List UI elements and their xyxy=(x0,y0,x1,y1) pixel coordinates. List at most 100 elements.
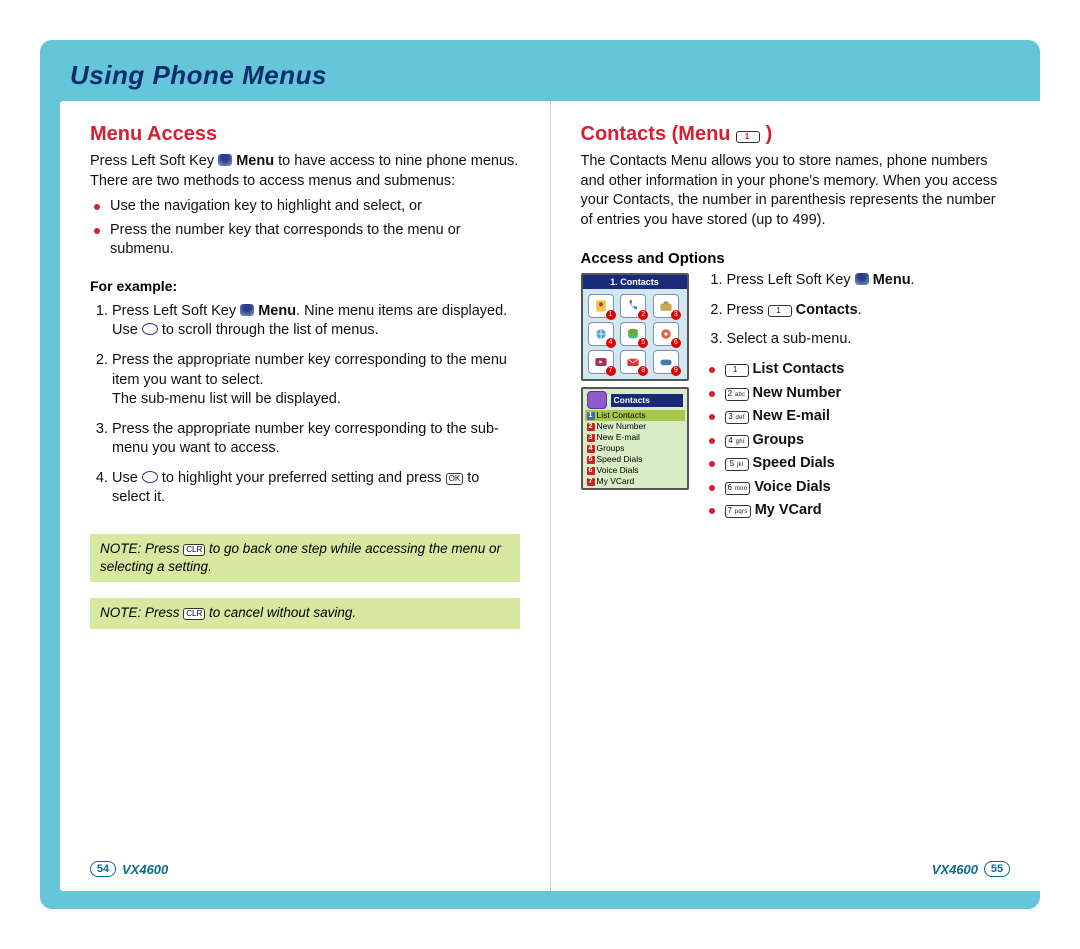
list-item: 2 abc New Number xyxy=(705,384,1011,404)
text-bold: Menu xyxy=(236,153,274,169)
submenu-label: New E-mail xyxy=(597,432,640,443)
list-item: Use the navigation key to highlight and … xyxy=(90,197,520,217)
phone-screen-submenu: Contacts 1List Contacts 2New Number 3New… xyxy=(581,387,689,490)
chapter-title: Using Phone Menus xyxy=(60,60,1040,101)
ordered-steps: Press Left Soft Key Menu. Nine menu item… xyxy=(90,302,520,518)
ordered-steps: Press Left Soft Key Menu. Press 1 Contac… xyxy=(705,271,1011,350)
page-footer-left: 54 VX4600 xyxy=(90,861,520,877)
menu-icon-media: 7 xyxy=(588,350,614,374)
text: Press Left Soft Key xyxy=(727,272,855,288)
step-item: Press Left Soft Key Menu. Nine menu item… xyxy=(112,302,520,341)
text-bold: Menu xyxy=(258,303,296,319)
key-icon: 3 def xyxy=(725,411,749,424)
page-footer-right: VX4600 55 xyxy=(581,861,1011,877)
section-heading-right: Contacts (Menu 1 ) xyxy=(581,123,1011,146)
step-item: Press the appropriate number key corresp… xyxy=(112,420,520,459)
key-icon: 4 ghi xyxy=(725,435,749,448)
text: The sub-menu list will be displayed. xyxy=(112,391,341,407)
text: to scroll through the list of menus. xyxy=(162,322,379,338)
submenu-label: Speed Dials xyxy=(597,454,643,465)
nav-ring-icon xyxy=(142,471,158,483)
submenu-label: Voice Dials xyxy=(754,479,830,495)
softkey-icon xyxy=(855,273,869,285)
list-item: 4 ghi Groups xyxy=(705,431,1011,451)
text: to cancel without saving. xyxy=(205,605,356,620)
phone-screenshots: 1. Contacts 1 2 3 4 5 6 7 8 9 xyxy=(581,273,689,490)
menu-icon-web: 4 xyxy=(588,322,614,346)
menu-icon-messages: 8 xyxy=(620,350,646,374)
manual-page-spread: Using Phone Menus Menu Access Press Left… xyxy=(40,40,1040,909)
submenu-row: 7My VCard xyxy=(585,476,685,487)
menu-icon-games: 9 xyxy=(653,350,679,374)
text: Press Left Soft Key xyxy=(112,303,240,319)
submenu-label: List Contacts xyxy=(597,410,646,421)
text: to highlight your preferred setting and … xyxy=(162,470,446,486)
step-item: Press Left Soft Key Menu. xyxy=(727,271,1011,291)
text: Press the appropriate number key corresp… xyxy=(112,352,507,388)
intro-text: The Contacts Menu allows you to store na… xyxy=(581,152,1011,230)
menu-icon-calls: 2 xyxy=(620,294,646,318)
text: Press the appropriate number key corresp… xyxy=(112,421,499,457)
list-item: Press the number key that corresponds to… xyxy=(90,221,520,260)
menu-grid: 1 2 3 4 5 6 7 8 9 xyxy=(583,289,687,379)
submenu-label: My VCard xyxy=(755,502,822,518)
text: NOTE: Press xyxy=(100,541,183,556)
submenu-label: Voice Dials xyxy=(597,465,639,476)
text: Press Left Soft Key xyxy=(90,153,218,169)
submenu-list-screen: Contacts 1List Contacts 2New Number 3New… xyxy=(583,389,687,488)
list-item: 3 def New E-mail xyxy=(705,407,1011,427)
text: Use xyxy=(112,322,142,338)
text: . Nine menu items are displayed. xyxy=(296,303,507,319)
ok-key-icon: OK xyxy=(446,473,464,485)
menu-icon-settings: 6 xyxy=(653,322,679,346)
key-icon: 7 pqrs xyxy=(725,505,751,518)
submenu-label: My VCard xyxy=(597,476,635,487)
submenu-label: New Number xyxy=(597,421,647,432)
submenu-row: 4Groups xyxy=(585,443,685,454)
model-label: VX4600 xyxy=(122,862,168,877)
text: Contacts (Menu xyxy=(581,123,737,145)
screen-title: 1. Contacts xyxy=(583,275,687,289)
intro-text: Press Left Soft Key Menu to have access … xyxy=(90,152,520,191)
text-bold: Menu xyxy=(873,272,911,288)
right-columns: 1. Contacts 1 2 3 4 5 6 7 8 9 xyxy=(581,271,1011,529)
key-1-icon: 1 xyxy=(768,305,792,317)
text: . xyxy=(911,272,915,288)
page-container: Menu Access Press Left Soft Key Menu to … xyxy=(60,101,1040,891)
step-item: Press 1 Contacts. xyxy=(727,301,1011,321)
text: Use xyxy=(112,470,142,486)
contacts-card-icon xyxy=(587,391,607,409)
text: NOTE: Press xyxy=(100,605,183,620)
menu-icon-contacts: 1 xyxy=(588,294,614,318)
page-left: Menu Access Press Left Soft Key Menu to … xyxy=(60,101,551,891)
submenu-label: Speed Dials xyxy=(753,455,835,471)
example-label: For example: xyxy=(90,278,520,294)
text-bold: Contacts xyxy=(796,302,858,318)
step-item: Press the appropriate number key corresp… xyxy=(112,351,520,410)
text: Press xyxy=(727,302,768,318)
text: ) xyxy=(760,123,772,145)
submenu-label: Groups xyxy=(597,443,625,454)
submenu-label: New E-mail xyxy=(753,408,830,424)
screen-title: Contacts xyxy=(611,394,683,407)
key-1-icon: 1 xyxy=(736,131,760,143)
sub-heading: Access and Options xyxy=(581,250,1011,267)
key-icon: 6 mno xyxy=(725,482,751,495)
key-icon: 5 jkl xyxy=(725,458,749,471)
model-label: VX4600 xyxy=(932,862,978,877)
section-heading-left: Menu Access xyxy=(90,123,520,146)
nav-ring-icon xyxy=(142,323,158,335)
note-box: NOTE: Press CLR to go back one step whil… xyxy=(90,534,520,582)
clr-key-icon: CLR xyxy=(183,608,205,620)
submenu-row: 1List Contacts xyxy=(585,410,685,421)
submenu-row: 2New Number xyxy=(585,421,685,432)
text: . xyxy=(858,302,862,318)
submenu-bullets: 1 List Contacts 2 abc New Number 3 def N… xyxy=(705,360,1011,521)
list-item: 5 jkl Speed Dials xyxy=(705,454,1011,474)
submenu-label: New Number xyxy=(753,385,842,401)
right-text-column: Press Left Soft Key Menu. Press 1 Contac… xyxy=(705,271,1011,529)
key-icon: 1 xyxy=(725,364,749,377)
softkey-icon xyxy=(218,154,232,166)
list-item: 6 mno Voice Dials xyxy=(705,478,1011,498)
softkey-icon xyxy=(240,304,254,316)
